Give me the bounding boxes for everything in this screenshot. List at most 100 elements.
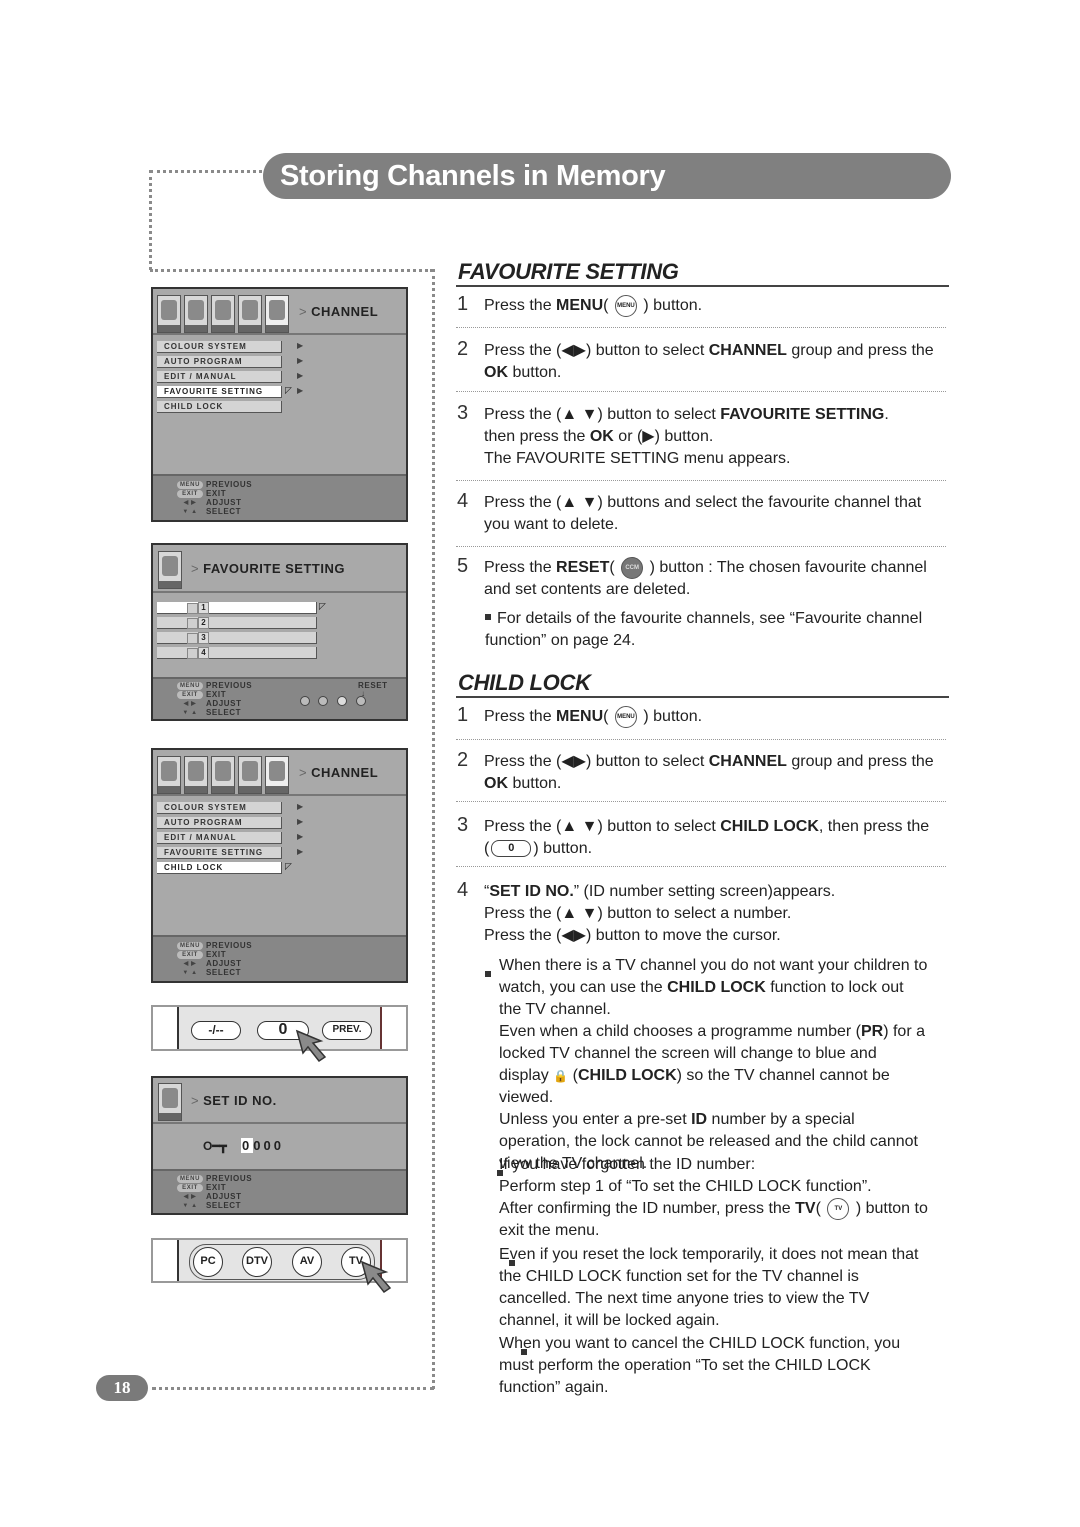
menu-item-child-lock[interactable]: CHILD LOCK	[157, 401, 282, 413]
step-divider	[456, 866, 946, 867]
menu-item-auto-program[interactable]: AUTO PROGRAM	[157, 356, 282, 368]
picture-tab-icon	[157, 295, 181, 333]
emphasis-text: CHILD LOCK	[720, 818, 819, 835]
arrow-right-icon: ▶	[297, 356, 304, 365]
frame-dots-left	[149, 170, 152, 270]
remote-strip-source: PC DTV AV TV	[151, 1238, 408, 1294]
reset-key-icon	[356, 696, 366, 706]
osd-footer: MENU PREVIOUS EXIT EXIT ◀ ▶ ADJUST ▼ ▲ SELEC…	[153, 1169, 406, 1213]
favourite-note: For details of the favourite channels, s…	[485, 610, 923, 649]
arrow-right-icon: ▶	[297, 341, 304, 350]
frame-dots-right	[432, 269, 435, 1389]
prev-button[interactable]: PREV.	[322, 1021, 372, 1040]
step-divider	[456, 391, 946, 392]
favourite-slot[interactable]: 4	[157, 647, 317, 659]
step-divider	[456, 327, 946, 328]
menu-item-colour-system[interactable]: COLOUR SYSTEM	[157, 341, 282, 353]
bullet-icon	[485, 970, 491, 977]
arrow-right-icon: ▶	[297, 371, 304, 380]
step-text: Press the RESET( CCM ) button : The chos…	[484, 557, 934, 601]
step-text: Press the (▲ ▼) button to select CHILD L…	[484, 818, 930, 858]
menu-item-favourite-setting[interactable]: FAVOURITE SETTING	[157, 386, 282, 398]
favourite-slot[interactable]: 1	[157, 602, 317, 614]
step-number: 1	[457, 704, 469, 726]
favourite-slot[interactable]: 2	[157, 617, 317, 629]
frame-dots-top	[150, 170, 262, 173]
menu-button-icon: MENU	[614, 295, 637, 317]
step-text: “SET ID NO.” (ID number setting screen)a…	[484, 883, 836, 944]
remote-strip-numeric: -/-- 0 PREV.	[151, 1005, 408, 1063]
color-key-icon	[337, 696, 347, 706]
frame-dots-mid	[150, 269, 433, 272]
osd-favourite-setting: > FAVOURITE SETTING 1 2 3 4 ◸ MENU PREVIOU…	[151, 543, 408, 721]
dtv-button[interactable]: DTV	[242, 1247, 272, 1277]
zero-button-icon: 0	[491, 840, 532, 858]
av-button[interactable]: AV	[292, 1247, 322, 1277]
osd-breadcrumb: > CHANNEL	[299, 304, 379, 319]
menu-item-auto-program[interactable]: AUTO PROGRAM	[157, 817, 282, 829]
dash-button[interactable]: -/--	[191, 1021, 241, 1040]
step-number: 3	[457, 814, 469, 836]
child-lock-heading: CHILD LOCK	[458, 670, 591, 695]
selection-cursor-icon: ◸	[285, 861, 292, 871]
selection-cursor-icon: ◸	[319, 601, 326, 611]
emphasis-text: RESET	[556, 559, 610, 577]
step-text: Press the (◀▶) button to select CHANNEL …	[484, 753, 934, 792]
menu-button-icon: MENU	[614, 706, 637, 728]
favourite-slot[interactable]: 3	[157, 632, 317, 644]
color-key-icon	[300, 696, 310, 706]
bullet-icon	[485, 613, 491, 620]
arrow-right-icon: ▶	[297, 832, 304, 841]
step-text: Press the MENU( MENU ) button.	[484, 295, 934, 317]
channel-tab-icon	[265, 756, 289, 794]
channel-tab-icon	[265, 295, 289, 333]
emphasis-text: OK	[484, 364, 508, 381]
emphasis-text: MENU	[556, 297, 604, 315]
time-tab-icon	[211, 295, 235, 333]
setup-tab-icon	[238, 295, 262, 333]
child-lock-note: When there is a TV channel you do not wa…	[499, 957, 928, 1172]
id-digit-cursor[interactable]: 0	[241, 1138, 254, 1153]
step-number: 5	[457, 555, 469, 577]
emphasis-text: SET ID NO.	[489, 883, 574, 900]
arrow-right-icon: ▶	[297, 847, 304, 856]
step-text: Press the MENU( MENU ) button.	[484, 706, 934, 728]
emphasis-text: PR	[860, 1023, 884, 1040]
emphasis-text: CHANNEL	[708, 342, 787, 359]
osd-footer: MENU PREVIOUS EXIT EXIT ◀ ▶ ADJUST ▼ ▲ SELEC…	[153, 677, 406, 719]
emphasis-text: FAVOURITE SETTING	[720, 406, 885, 423]
osd-breadcrumb: > CHANNEL	[299, 765, 379, 780]
menu-item-edit-manual[interactable]: EDIT / MANUAL	[157, 371, 282, 383]
step-text: Press the (◀▶) button to select CHANNEL …	[484, 342, 934, 381]
menu-item-favourite-setting[interactable]: FAVOURITE SETTING	[157, 847, 282, 859]
pc-button[interactable]: PC	[193, 1247, 223, 1277]
picture-tab-icon	[157, 756, 181, 794]
emphasis-text: ID	[691, 1111, 708, 1128]
heading-rule	[456, 285, 949, 287]
arrow-right-icon: ▶	[297, 802, 304, 811]
menu-item-child-lock[interactable]: CHILD LOCK	[157, 862, 282, 874]
frame-dots-bottom	[152, 1387, 434, 1390]
page-number: 18	[96, 1375, 148, 1401]
time-tab-icon	[211, 756, 235, 794]
menu-item-edit-manual[interactable]: EDIT / MANUAL	[157, 832, 282, 844]
step-divider	[456, 546, 946, 547]
sound-tab-icon	[184, 295, 208, 333]
step-number: 3	[457, 402, 469, 424]
lock-icon: 🔒	[553, 1069, 569, 1083]
arrow-right-icon: ▶	[297, 386, 304, 395]
step-number: 4	[457, 490, 469, 512]
emphasis-text: TV	[795, 1200, 816, 1218]
channel-tab-icon	[158, 551, 182, 589]
favourite-setting-heading: FAVOURITE SETTING	[458, 259, 679, 284]
step-number: 2	[457, 749, 469, 771]
emphasis-text: MENU	[556, 708, 604, 726]
osd-channel-menu-favourite: > CHANNEL COLOUR SYSTEM AUTO PROGRAM EDIT…	[151, 287, 408, 522]
step-number: 2	[457, 338, 469, 360]
menu-item-colour-system[interactable]: COLOUR SYSTEM	[157, 802, 282, 814]
selection-cursor-icon: ◸	[285, 385, 292, 395]
emphasis-text: CHILD LOCK	[577, 1067, 677, 1084]
page-title: Storing Channels in Memory	[280, 160, 666, 192]
emphasis-text: OK	[484, 775, 508, 792]
id-digits[interactable]: 0000	[241, 1138, 284, 1153]
